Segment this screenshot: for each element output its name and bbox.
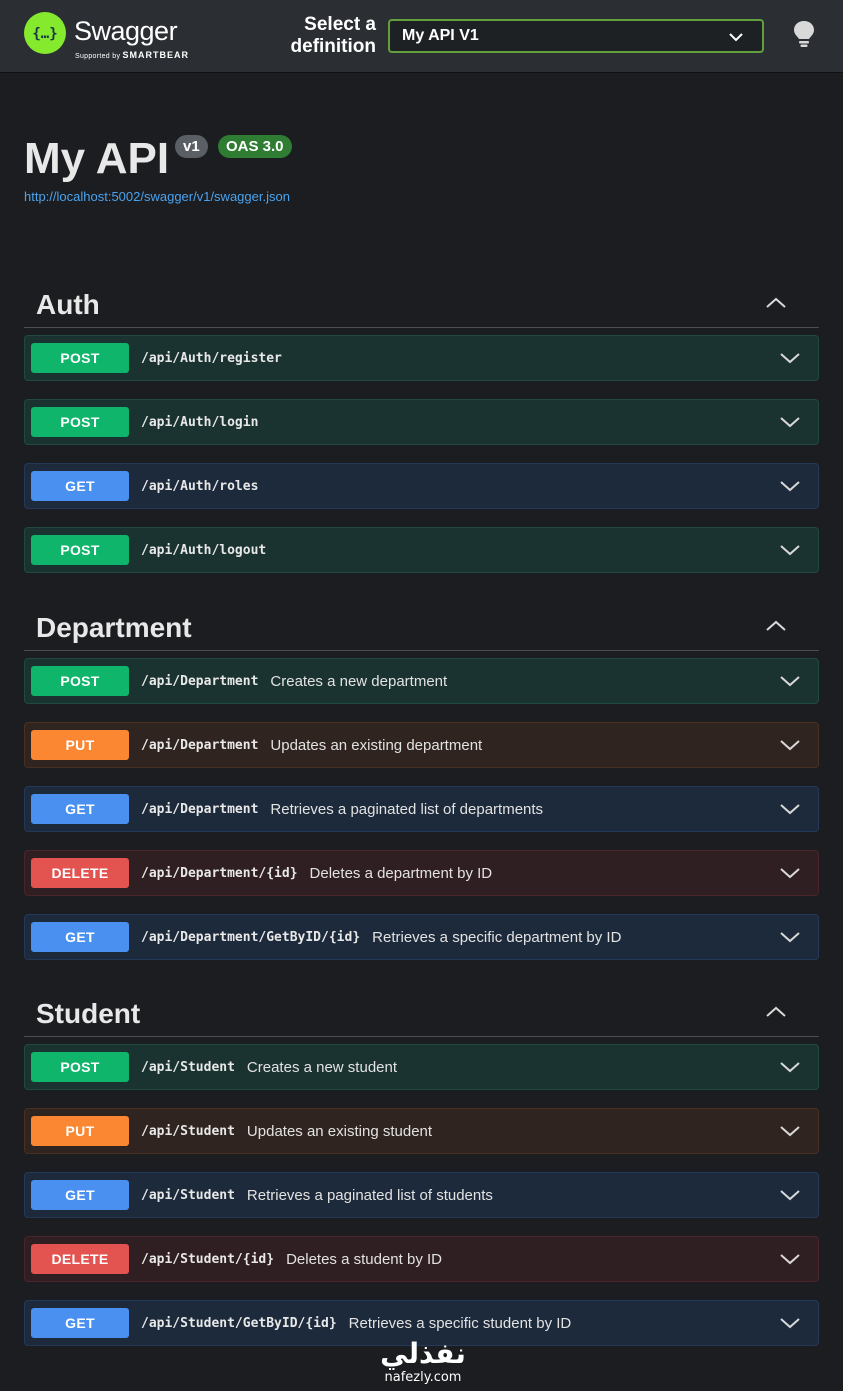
- chevron-down-icon: [728, 29, 744, 50]
- oas-badge: OAS 3.0: [218, 135, 292, 158]
- operation-summary: Retrieves a paginated list of students: [246, 1186, 493, 1204]
- operation-summary: Retrieves a specific student by ID: [348, 1314, 572, 1332]
- chevron-up-icon[interactable]: [764, 293, 788, 318]
- operation-summary: Creates a new department: [270, 672, 448, 690]
- operation-path: /api/Department: [141, 673, 259, 689]
- operation-summary: Updates an existing department: [270, 736, 483, 754]
- swagger-logo-icon[interactable]: {…}: [24, 12, 66, 54]
- lightbulb-icon[interactable]: [792, 20, 816, 53]
- select-label-line2: definition: [290, 36, 376, 57]
- definition-select[interactable]: My API V1: [388, 19, 764, 53]
- operation-summary: Retrieves a specific department by ID: [372, 928, 622, 946]
- watermark-logo: نفذلي nafezly.com: [370, 1338, 476, 1386]
- brand-name[interactable]: Swagger: [74, 16, 178, 47]
- operation-path: /api/Department: [141, 737, 259, 753]
- supported-by-text: Supported by: [75, 53, 121, 60]
- section-title: Department: [36, 612, 192, 643]
- chevron-down-icon[interactable]: [778, 412, 802, 437]
- chevron-down-icon[interactable]: [778, 1185, 802, 1210]
- chevron-up-icon[interactable]: [764, 616, 788, 641]
- method-badge: GET: [31, 1308, 129, 1338]
- section-title: Student: [36, 998, 141, 1029]
- operation-path: /api/Student/GetByID/{id}: [141, 1315, 337, 1331]
- chevron-down-icon[interactable]: [778, 476, 802, 501]
- chevron-down-icon[interactable]: [778, 927, 802, 952]
- select-label-line1: Select a: [304, 14, 376, 35]
- api-title: My API: [24, 134, 170, 183]
- operation-summary: Creates a new student: [246, 1058, 398, 1076]
- operation-path: /api/Student: [141, 1059, 235, 1075]
- spec-link[interactable]: http://localhost:5002/swagger/v1/swagger…: [24, 189, 290, 204]
- smartbear-text: SMARTBEAR: [122, 50, 189, 60]
- chevron-down-icon[interactable]: [778, 1057, 802, 1082]
- method-badge: GET: [31, 1180, 129, 1210]
- chevron-down-icon[interactable]: [778, 348, 802, 373]
- operation-row[interactable]: DELETE/api/Department/{id} Deletes a depa…: [24, 850, 819, 896]
- method-badge: POST: [31, 343, 129, 373]
- chevron-down-icon[interactable]: [778, 671, 802, 696]
- operation-path: /api/Auth/login: [141, 414, 259, 430]
- chevron-down-icon[interactable]: [778, 1249, 802, 1274]
- method-badge: POST: [31, 407, 129, 437]
- chevron-down-icon[interactable]: [778, 799, 802, 824]
- section-header-auth[interactable]: Auth: [24, 267, 819, 328]
- section-header-department[interactable]: Department: [24, 590, 819, 651]
- method-badge: PUT: [31, 1116, 129, 1146]
- operation-path: /api/Auth/roles: [141, 478, 259, 494]
- operation-path: /api/Department/{id}: [141, 865, 298, 881]
- method-badge: DELETE: [31, 858, 129, 888]
- select-definition-label: Select a definition: [270, 14, 376, 58]
- method-badge: POST: [31, 535, 129, 565]
- operation-path: /api/Department/GetByID/{id}: [141, 929, 361, 945]
- top-bar: {…} Swagger Supported by SMARTBEAR Selec…: [0, 0, 843, 72]
- operation-row[interactable]: GET/api/Student Retrieves a paginated lis…: [24, 1172, 819, 1218]
- section-header-student[interactable]: Student: [24, 976, 819, 1037]
- method-badge: PUT: [31, 730, 129, 760]
- operation-path: /api/Auth/logout: [141, 542, 267, 558]
- supported-by-label: Supported by SMARTBEAR: [75, 50, 189, 60]
- operation-path: /api/Department: [141, 801, 259, 817]
- operation-row[interactable]: GET/api/Auth/roles: [24, 463, 819, 509]
- operation-row[interactable]: POST/api/Auth/logout: [24, 527, 819, 573]
- operation-summary: Retrieves a paginated list of department…: [270, 800, 544, 818]
- version-badge: v1: [175, 135, 208, 158]
- operation-path: /api/Student/{id}: [141, 1251, 275, 1267]
- svg-text:{…}: {…}: [32, 26, 57, 42]
- method-badge: GET: [31, 922, 129, 952]
- chevron-down-icon[interactable]: [778, 1313, 802, 1338]
- operation-summary: Deletes a department by ID: [309, 864, 493, 882]
- chevron-down-icon[interactable]: [778, 863, 802, 888]
- method-badge: GET: [31, 794, 129, 824]
- operation-summary: Updates an existing student: [246, 1122, 433, 1140]
- method-badge: DELETE: [31, 1244, 129, 1274]
- operation-path: /api/Student: [141, 1187, 235, 1203]
- chevron-up-icon[interactable]: [764, 1002, 788, 1027]
- operation-row[interactable]: GET/api/Department Retrieves a paginated …: [24, 786, 819, 832]
- method-badge: POST: [31, 666, 129, 696]
- operation-path: /api/Student: [141, 1123, 235, 1139]
- operation-row[interactable]: GET/api/Department/GetByID/{id} Retrieves…: [24, 914, 819, 960]
- chevron-down-icon[interactable]: [778, 735, 802, 760]
- method-badge: GET: [31, 471, 129, 501]
- operation-row[interactable]: POST/api/Auth/login: [24, 399, 819, 445]
- operation-row[interactable]: POST/api/Auth/register: [24, 335, 819, 381]
- method-badge: POST: [31, 1052, 129, 1082]
- chevron-down-icon[interactable]: [778, 540, 802, 565]
- operation-path: /api/Auth/register: [141, 350, 282, 366]
- operation-row[interactable]: PUT/api/Department Updates an existing de…: [24, 722, 819, 768]
- section-title: Auth: [36, 289, 100, 320]
- watermark-arabic: نفذلي: [380, 1337, 466, 1370]
- chevron-down-icon[interactable]: [778, 1121, 802, 1146]
- operation-row[interactable]: DELETE/api/Student/{id} Deletes a student…: [24, 1236, 819, 1282]
- watermark-latin: nafezly.com: [384, 1370, 462, 1385]
- operation-row[interactable]: POST/api/Department Creates a new departm…: [24, 658, 819, 704]
- selected-definition: My API V1: [402, 27, 479, 44]
- operation-row[interactable]: POST/api/Student Creates a new student: [24, 1044, 819, 1090]
- operation-row[interactable]: PUT/api/Student Updates an existing stude…: [24, 1108, 819, 1154]
- operation-summary: Deletes a student by ID: [286, 1250, 442, 1268]
